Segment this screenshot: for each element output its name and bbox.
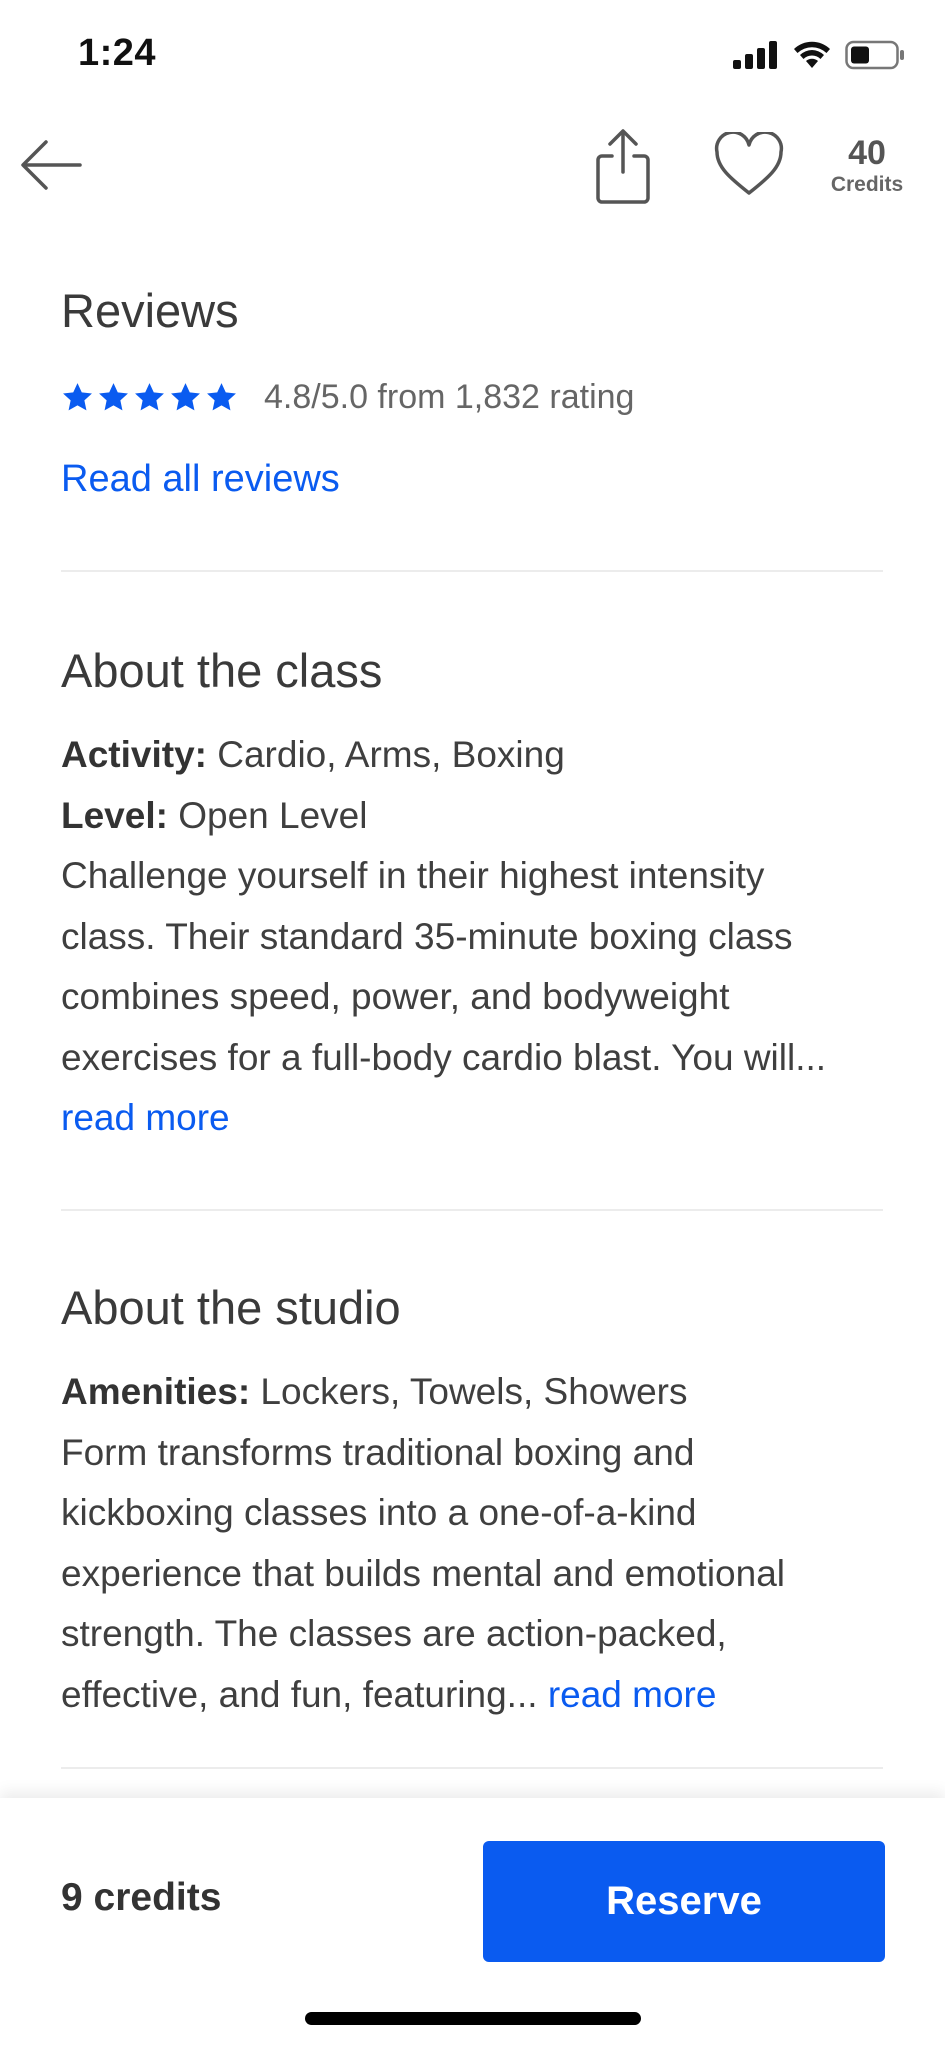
studio-description-line: strength. The classes are action-packed,: [61, 1613, 727, 1654]
favorite-button[interactable]: [712, 130, 786, 198]
credits-value: 40: [848, 134, 886, 172]
star-icon: [135, 383, 164, 411]
price-label: 9 credits: [61, 1876, 222, 1919]
reviews-title: Reviews: [61, 284, 239, 337]
share-icon: [596, 129, 650, 204]
level-line: Level: Open Level: [61, 786, 883, 847]
star-icon: [63, 383, 92, 411]
class-description-line: class. Their standard 35-minute boxing c…: [61, 915, 793, 957]
amenities-line: Amenities: Lockers, Towels, Showers: [61, 1362, 883, 1423]
about-studio-title: About the studio: [61, 1281, 401, 1334]
studio-read-more-link[interactable]: read more: [548, 1674, 717, 1715]
class-description-line: exercises for a full-body cardio blast. …: [61, 1036, 827, 1078]
star-icon: [171, 383, 200, 411]
class-description-line: combines speed, power, and bodyweight: [61, 976, 730, 1017]
level-value: Open Level: [167, 794, 368, 836]
home-indicator: [305, 2012, 641, 2025]
cellular-signal-icon: [733, 41, 777, 69]
read-all-reviews-link[interactable]: Read all reviews: [61, 458, 340, 501]
rating-summary: 4.8/5.0 from 1,832 rating: [264, 378, 635, 416]
studio-description-line: kickboxing classes into a one-of-a-kind: [61, 1492, 697, 1533]
heart-icon: [714, 130, 784, 195]
star-icon: [207, 383, 236, 411]
divider: [61, 570, 883, 572]
credits-label: Credits: [830, 173, 904, 196]
status-icons: [733, 40, 905, 70]
battery-icon: [845, 40, 904, 70]
about-class-body: Activity: Cardio, Arms, Boxing Level: Op…: [61, 725, 883, 1149]
activity-line: Activity: Cardio, Arms, Boxing: [61, 725, 883, 786]
share-button[interactable]: [590, 126, 656, 206]
credits-balance: 40 Credits: [812, 134, 922, 198]
activity-label: Activity:: [61, 734, 207, 775]
wifi-icon: [794, 41, 830, 68]
level-label: Level:: [61, 794, 168, 836]
studio-description-line: experience that builds mental and emotio…: [61, 1552, 786, 1594]
studio-description-line: Form transforms traditional boxing and: [61, 1431, 695, 1473]
amenities-label: Amenities:: [61, 1371, 251, 1412]
activity-value: Cardio, Arms, Boxing: [206, 734, 565, 775]
class-read-more-link[interactable]: read more: [61, 1097, 230, 1138]
about-class-title: About the class: [61, 644, 383, 697]
back-button[interactable]: [18, 130, 88, 200]
divider: [61, 1767, 883, 1769]
status-time: 1:24: [78, 32, 157, 74]
studio-description-line: effective, and fun, featuring...: [61, 1673, 548, 1715]
class-description-line: Challenge yourself in their highest inte…: [61, 855, 765, 896]
reserve-button[interactable]: Reserve: [483, 1841, 885, 1962]
amenities-value: Lockers, Towels, Showers: [250, 1371, 688, 1412]
arrow-left-icon: [21, 140, 82, 190]
rating-stars: [61, 381, 238, 414]
star-icon: [99, 383, 128, 411]
rating-row: 4.8/5.0 from 1,832 rating: [61, 378, 883, 417]
about-studio-body: Amenities: Lockers, Towels, Showers Form…: [61, 1362, 883, 1725]
divider: [61, 1209, 883, 1211]
